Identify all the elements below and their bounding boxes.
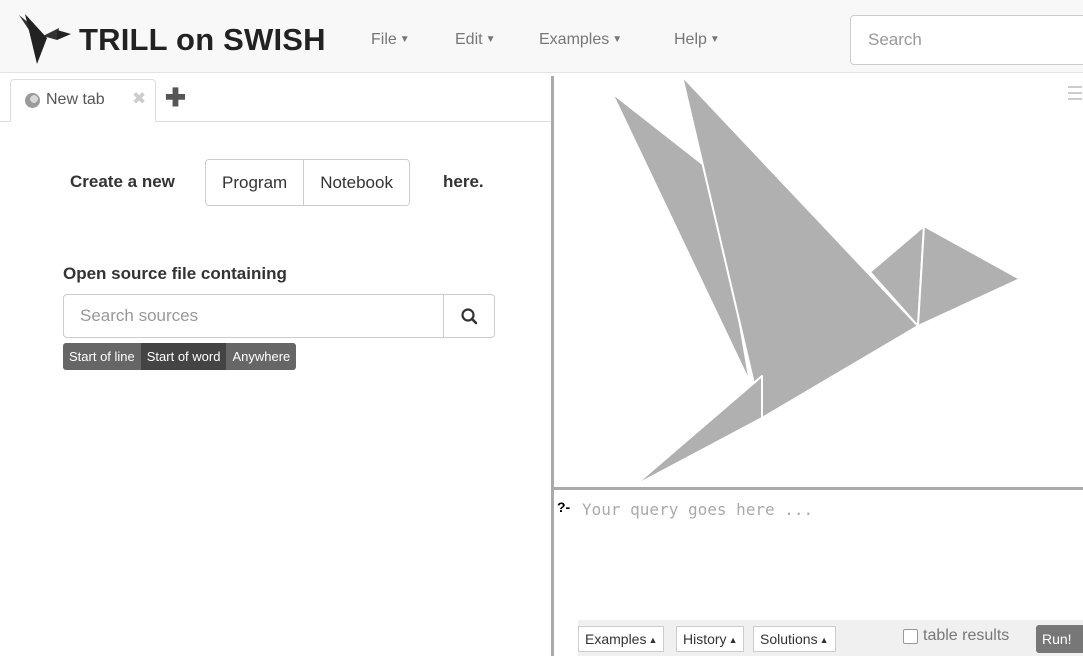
help-menu[interactable]: Help ▼: [674, 31, 720, 49]
filter-start-of-word[interactable]: Start of word: [140, 343, 227, 370]
examples-dropdown-button[interactable]: Examples ▲: [578, 626, 665, 652]
program-button[interactable]: Program: [206, 160, 304, 205]
create-new-label: Create a new: [70, 172, 175, 191]
search-mode-filters: Start of line Start of word Anywhere: [63, 343, 297, 370]
caret-up-icon: ▲: [819, 635, 829, 645]
examples-button-label: Examples: [585, 631, 647, 647]
examples-menu[interactable]: Examples ▼: [539, 31, 622, 49]
search-icon: [461, 308, 478, 325]
close-icon[interactable]: ✖: [132, 89, 146, 109]
query-editor[interactable]: [578, 492, 1083, 620]
file-menu-label: File: [371, 31, 397, 48]
run-button[interactable]: Run!: [1036, 625, 1083, 653]
open-source-label: Open source file containing: [63, 264, 287, 283]
table-results-checkbox[interactable]: [903, 628, 918, 644]
source-search-button[interactable]: [443, 294, 495, 338]
create-type-button-group: Program Notebook: [205, 159, 410, 206]
tab-new-tab[interactable]: New tab ✖: [10, 79, 156, 122]
tab-bar: New tab ✖ ✚: [0, 79, 552, 122]
edit-menu[interactable]: Edit ▼: [455, 31, 495, 49]
search-input[interactable]: [850, 15, 1083, 65]
swish-bird-logo-icon[interactable]: [17, 12, 71, 66]
app-title[interactable]: TRILL on SWISH: [79, 22, 326, 58]
history-dropdown-button[interactable]: History ▲: [676, 626, 745, 652]
add-tab-plus-icon[interactable]: ✚: [165, 85, 186, 111]
solutions-button-label: Solutions: [760, 631, 818, 647]
caret-down-icon: ▼: [709, 34, 720, 45]
filter-start-of-line[interactable]: Start of line: [63, 343, 141, 370]
history-button-label: History: [683, 631, 727, 647]
caret-down-icon: ▼: [399, 34, 410, 45]
caret-up-icon: ▲: [648, 635, 658, 645]
examples-menu-label: Examples: [539, 31, 610, 48]
query-prompt: ?-: [557, 499, 571, 515]
table-results-toggle[interactable]: table results: [903, 627, 1009, 645]
caret-down-icon: ▼: [485, 34, 496, 45]
tab-label: New tab: [46, 91, 105, 108]
navbar: TRILL on SWISH File ▼ Edit ▼ Examples ▼ Hel…: [0, 0, 1083, 73]
help-menu-label: Help: [674, 31, 707, 48]
swish-bird-illustration: [611, 76, 1021, 486]
edit-menu-label: Edit: [455, 31, 483, 48]
solutions-dropdown-button[interactable]: Solutions ▲: [753, 626, 836, 652]
filter-anywhere[interactable]: Anywhere: [226, 343, 297, 370]
notebook-button[interactable]: Notebook: [303, 160, 409, 205]
here-label: here.: [443, 172, 484, 191]
file-menu[interactable]: File ▼: [371, 31, 410, 49]
swish-tab-icon: [25, 93, 40, 108]
caret-up-icon: ▲: [728, 635, 738, 645]
table-results-label: table results: [923, 627, 1010, 644]
source-search-input[interactable]: [63, 294, 444, 338]
caret-down-icon: ▼: [612, 34, 623, 45]
